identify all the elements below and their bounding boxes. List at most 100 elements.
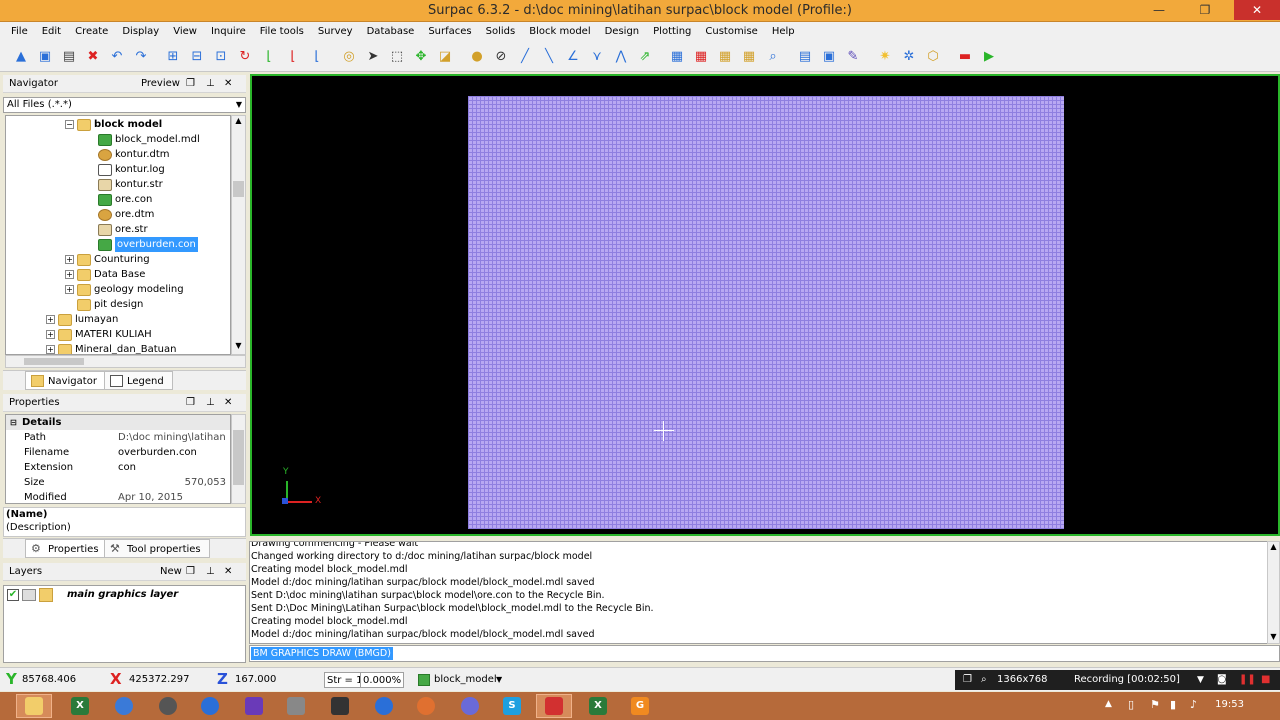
skype-task[interactable]: S — [494, 694, 530, 718]
scroll-down-icon[interactable]: ▼ — [1268, 632, 1279, 643]
undo-icon[interactable]: ↶ — [106, 46, 128, 68]
maps-task[interactable] — [366, 694, 402, 718]
layer-item[interactable]: main graphics layer — [67, 589, 178, 600]
tab-properties[interactable]: ⚙ Properties — [25, 539, 108, 558]
close-button[interactable]: ✕ — [1234, 0, 1280, 20]
tree-item[interactable]: ore.str — [98, 222, 148, 237]
excel-task[interactable]: X — [580, 694, 616, 718]
network-icon[interactable]: ✲ — [898, 46, 920, 68]
property-row[interactable]: Path D:\doc mining\latihan ... — [6, 430, 230, 445]
tree-item[interactable]: + geology modeling — [65, 282, 184, 297]
file-explorer-task[interactable] — [16, 694, 52, 718]
restore-button[interactable]: ❐ — [1190, 0, 1220, 20]
navigator-tree[interactable]: − block model block_model.mdl kontur.dtm kon… — [5, 115, 231, 355]
tree-item[interactable]: + Data Base — [65, 267, 145, 282]
expand-icon[interactable]: + — [46, 330, 55, 339]
tree-item[interactable]: + Counturing — [65, 252, 150, 267]
magnifier-icon[interactable]: ⌕ — [981, 670, 987, 690]
point-icon[interactable]: ● — [466, 46, 488, 68]
panel-close-icon[interactable]: ✕ — [224, 563, 232, 581]
properties-scrollbar[interactable] — [231, 414, 246, 504]
layer-eye-icon[interactable] — [22, 589, 36, 601]
float-icon[interactable]: ❐ — [186, 75, 195, 93]
tray-arrow-icon[interactable]: ▲ — [1105, 699, 1112, 709]
menu-help[interactable]: Help — [765, 22, 802, 42]
polyline-icon[interactable]: ⋎ — [586, 46, 608, 68]
collapse-icon[interactable]: − — [65, 120, 74, 129]
menu-solids[interactable]: Solids — [479, 22, 523, 42]
redo-icon[interactable]: ↷ — [130, 46, 152, 68]
system-clock[interactable]: 19:53 — [1215, 699, 1244, 710]
console-scrollbar[interactable]: ▲ ▼ — [1267, 541, 1280, 644]
zoom-window-icon[interactable]: ⊡ — [210, 46, 232, 68]
surpac-task[interactable] — [536, 694, 572, 718]
file-filter-select[interactable]: All Files (.*.*) ▼ — [3, 97, 246, 113]
minimize-button[interactable]: — — [1144, 0, 1174, 20]
firefox-task[interactable] — [408, 694, 444, 718]
pin-icon[interactable]: ⊥ — [206, 394, 215, 412]
tree-item[interactable]: kontur.dtm — [98, 147, 170, 162]
tree-item[interactable]: + MATERI KULIAH — [46, 327, 152, 342]
print-icon[interactable]: ▤ — [58, 46, 80, 68]
menu-customise[interactable]: Customise — [698, 22, 764, 42]
rotate-icon[interactable]: ↻ — [234, 46, 256, 68]
active-model[interactable]: block_model — [434, 672, 497, 688]
grid-icon[interactable]: ▦ — [666, 46, 688, 68]
select-box-icon[interactable]: ⬚ — [386, 46, 408, 68]
menu-edit[interactable]: Edit — [35, 22, 68, 42]
property-row[interactable]: Extension con — [6, 460, 230, 475]
app-task[interactable] — [150, 694, 186, 718]
panel-close-icon[interactable]: ✕ — [224, 394, 232, 412]
command-input[interactable]: BM GRAPHICS DRAW (BMGD) — [249, 645, 1280, 662]
scroll-thumb[interactable] — [24, 358, 84, 365]
menu-survey[interactable]: Survey — [311, 22, 360, 42]
menu-create[interactable]: Create — [68, 22, 115, 42]
app-task[interactable] — [452, 694, 488, 718]
delete-icon[interactable]: ✖ — [82, 46, 104, 68]
menu-file[interactable]: File — [4, 22, 35, 42]
menu-surfaces[interactable]: Surfaces — [421, 22, 478, 42]
tree-item[interactable]: overburden.con — [98, 237, 198, 252]
expand-icon[interactable]: + — [65, 255, 74, 264]
find-point-icon[interactable]: ⊘ — [490, 46, 512, 68]
chevron-down-icon[interactable]: ▼ — [496, 672, 502, 688]
lock-icon[interactable] — [39, 588, 53, 602]
pointer-icon[interactable]: ➤ — [362, 46, 384, 68]
stop-icon[interactable]: ■ — [1261, 670, 1270, 690]
menu-block-model[interactable]: Block model — [522, 22, 597, 42]
zoom-out-icon[interactable]: ⊟ — [186, 46, 208, 68]
details-section[interactable]: ⊟ Details — [6, 415, 230, 430]
grid-right-icon[interactable]: ▦ — [738, 46, 760, 68]
monitor-icon[interactable]: ▣ — [818, 46, 840, 68]
tree-item[interactable]: kontur.log — [98, 162, 165, 177]
properties-icon[interactable]: ▤ — [794, 46, 816, 68]
join-icon[interactable]: ⋀ — [610, 46, 632, 68]
property-row[interactable]: Filename overburden.con — [6, 445, 230, 460]
panel-close-icon[interactable]: ✕ — [224, 75, 232, 93]
float-icon[interactable]: ❐ — [186, 394, 195, 412]
scroll-thumb[interactable] — [233, 430, 244, 485]
excel-task[interactable]: X — [62, 694, 98, 718]
menu-display[interactable]: Display — [115, 22, 166, 42]
scroll-up-icon[interactable]: ▲ — [232, 116, 245, 129]
graphics-viewport[interactable]: Y X — [250, 74, 1280, 536]
tray-network-icon[interactable]: ▮ — [1170, 698, 1176, 711]
pause-icon[interactable]: ❚❚ — [1239, 670, 1256, 690]
extend-icon[interactable]: ⇗ — [634, 46, 656, 68]
tree-item[interactable]: ore.con — [98, 192, 152, 207]
tab-legend[interactable]: Legend — [104, 371, 173, 390]
visual-studio-task[interactable] — [236, 694, 272, 718]
scroll-up-icon[interactable]: ▲ — [1268, 542, 1279, 553]
menu-plotting[interactable]: Plotting — [646, 22, 698, 42]
angle-icon[interactable]: ∠ — [562, 46, 584, 68]
expand-icon[interactable]: + — [65, 270, 74, 279]
browser-task[interactable] — [106, 694, 142, 718]
expand-icon[interactable]: + — [65, 285, 74, 294]
tree-horizontal-scrollbar[interactable] — [5, 355, 246, 368]
line-icon[interactable]: ╲ — [538, 46, 560, 68]
recorder-task[interactable]: G — [622, 694, 658, 718]
view-long-icon[interactable]: ⌊ — [306, 46, 328, 68]
window-icon[interactable]: ❐ — [963, 670, 972, 690]
tree-item[interactable]: kontur.str — [98, 177, 163, 192]
camera-icon[interactable]: ◙ — [1217, 670, 1227, 690]
